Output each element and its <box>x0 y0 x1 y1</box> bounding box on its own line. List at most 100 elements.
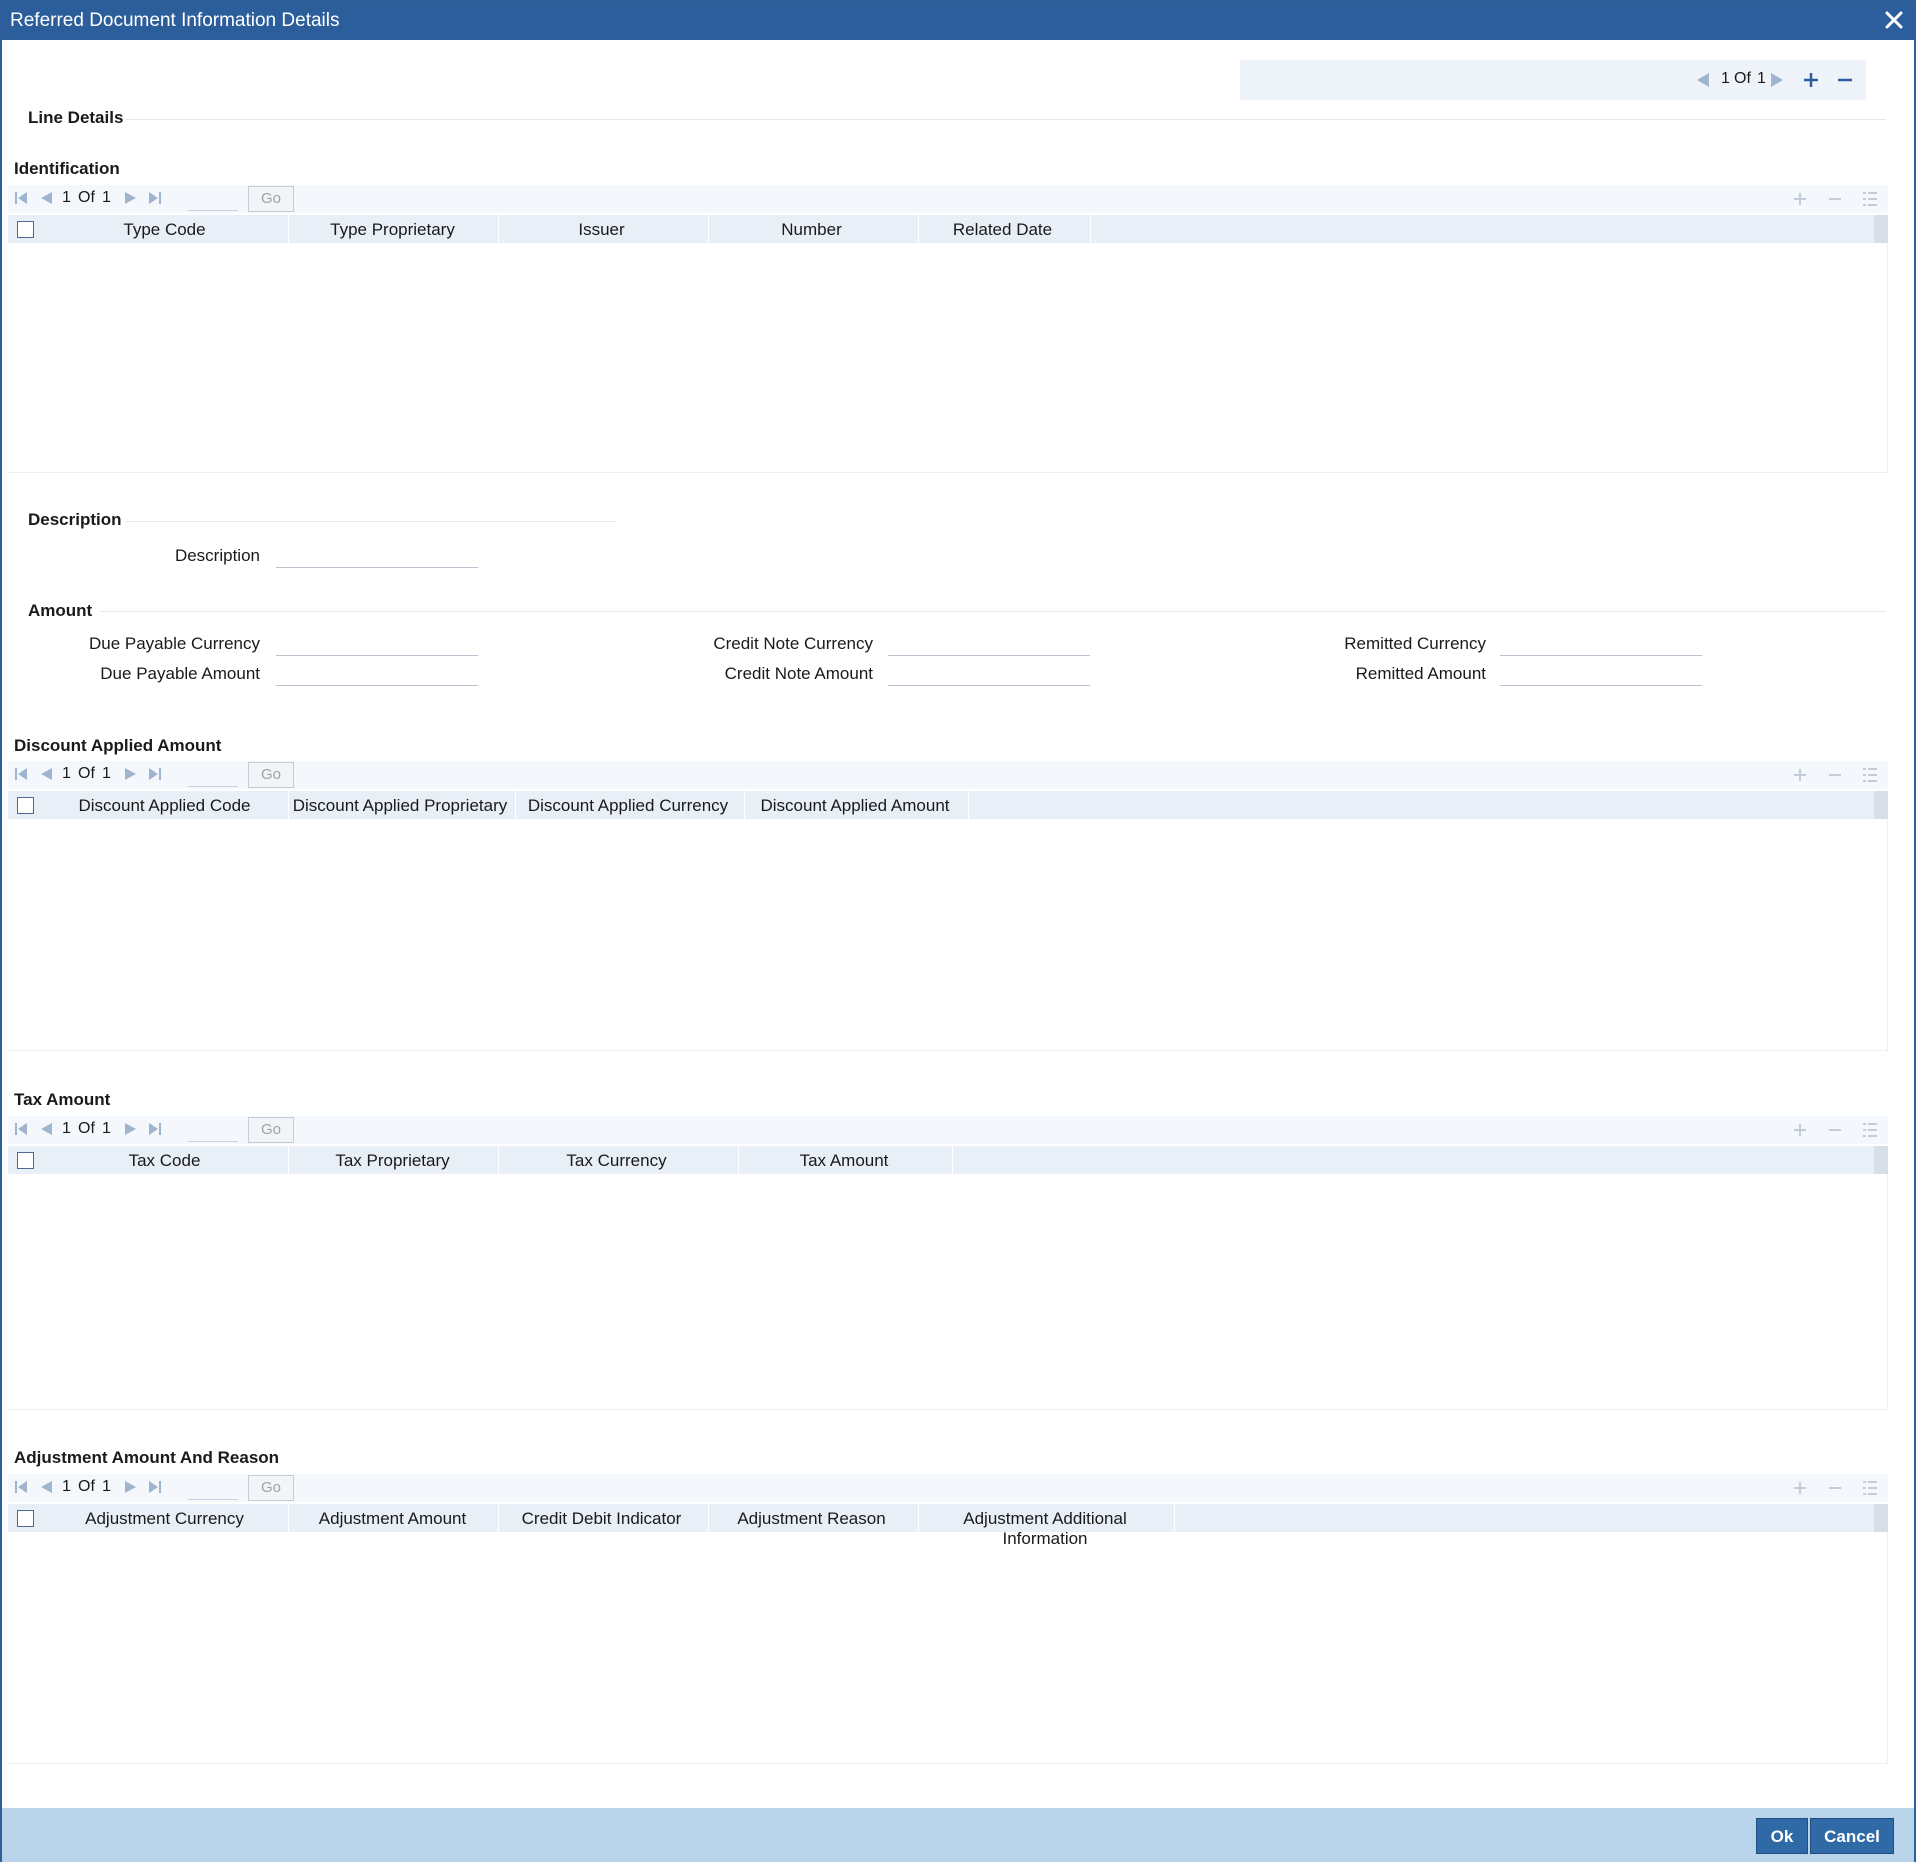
cancel-button[interactable]: Cancel <box>1810 1818 1894 1854</box>
window-title: Referred Document Information Details <box>10 10 340 31</box>
page-current: 1 <box>62 1120 71 1137</box>
ok-button[interactable]: Ok <box>1756 1818 1808 1854</box>
go-button[interactable]: Go <box>248 762 294 788</box>
description-label: Description <box>174 546 260 565</box>
go-button[interactable]: Go <box>248 1475 294 1501</box>
single-view-icon[interactable] <box>1862 1480 1878 1496</box>
select-all-checkbox[interactable] <box>17 1152 34 1169</box>
close-icon[interactable] <box>1882 8 1906 32</box>
delete-row-icon[interactable] <box>1827 1480 1843 1496</box>
previous-page-icon[interactable] <box>39 1122 53 1136</box>
description-field[interactable] <box>276 542 478 568</box>
first-page-icon[interactable] <box>14 767 28 781</box>
delete-row-icon[interactable] <box>1827 1122 1843 1138</box>
column-issuer[interactable]: Issuer <box>500 220 703 240</box>
add-row-icon[interactable] <box>1792 1122 1808 1138</box>
column-discount-applied-proprietary[interactable]: Discount Applied Proprietary <box>290 796 510 816</box>
column-discount-applied-code[interactable]: Discount Applied Code <box>48 796 281 816</box>
next-page-icon[interactable] <box>124 767 138 781</box>
last-page-icon[interactable] <box>148 767 162 781</box>
remitted-amount-label: Remitted Amount <box>1355 664 1486 683</box>
discount-header: Discount Applied Code Discount Applied P… <box>8 791 1888 819</box>
page-of-label: Of <box>78 1478 95 1495</box>
record-current: 1 <box>1721 70 1730 87</box>
due-payable-currency-field[interactable] <box>276 630 478 656</box>
record-total: 1 <box>1757 70 1766 87</box>
previous-page-icon[interactable] <box>39 1480 53 1494</box>
amount-title: Amount <box>28 601 93 620</box>
page-number-input[interactable] <box>188 763 238 787</box>
single-view-icon[interactable] <box>1862 767 1878 783</box>
page-total: 1 <box>102 1478 111 1495</box>
next-record-icon[interactable] <box>1770 72 1784 88</box>
page-total: 1 <box>102 1120 111 1137</box>
single-view-icon[interactable] <box>1862 191 1878 207</box>
page-current: 1 <box>62 189 71 206</box>
add-row-icon[interactable] <box>1792 1480 1808 1496</box>
first-page-icon[interactable] <box>14 1480 28 1494</box>
first-page-icon[interactable] <box>14 1122 28 1136</box>
due-payable-currency-label: Due Payable Currency <box>88 634 260 653</box>
column-adjustment-currency[interactable]: Adjustment Currency <box>48 1509 281 1529</box>
column-tax-amount[interactable]: Tax Amount <box>740 1151 948 1171</box>
header-scroll-cap <box>1874 215 1888 243</box>
adjustment-rows <box>8 1532 1888 1764</box>
add-record-icon[interactable] <box>1802 71 1820 89</box>
last-page-icon[interactable] <box>148 1480 162 1494</box>
column-related-date[interactable]: Related Date <box>920 220 1085 240</box>
add-row-icon[interactable] <box>1792 767 1808 783</box>
title-bar: Referred Document Information Details <box>2 2 1914 40</box>
identification-rows <box>8 243 1888 473</box>
amount-divider <box>100 611 1886 612</box>
column-tax-code[interactable]: Tax Code <box>48 1151 281 1171</box>
adjustment-title: Adjustment Amount And Reason <box>14 1448 280 1467</box>
next-page-icon[interactable] <box>124 191 138 205</box>
due-payable-amount-field[interactable] <box>276 660 478 686</box>
credit-note-amount-field[interactable] <box>888 660 1090 686</box>
delete-row-icon[interactable] <box>1827 767 1843 783</box>
select-all-checkbox[interactable] <box>17 221 34 238</box>
column-tax-proprietary[interactable]: Tax Proprietary <box>290 1151 495 1171</box>
single-view-icon[interactable] <box>1862 1122 1878 1138</box>
column-credit-debit-indicator[interactable]: Credit Debit Indicator <box>500 1509 703 1529</box>
page-number-input[interactable] <box>188 187 238 211</box>
first-page-icon[interactable] <box>14 191 28 205</box>
last-page-icon[interactable] <box>148 1122 162 1136</box>
column-type-code[interactable]: Type Code <box>48 220 281 240</box>
column-adjustment-amount[interactable]: Adjustment Amount <box>290 1509 495 1529</box>
column-discount-applied-currency[interactable]: Discount Applied Currency <box>517 796 739 816</box>
go-button[interactable]: Go <box>248 1117 294 1143</box>
previous-page-icon[interactable] <box>39 191 53 205</box>
remitted-currency-field[interactable] <box>1500 630 1702 656</box>
identification-toolbar: 1 Of 1 Go <box>8 185 1888 213</box>
credit-note-currency-field[interactable] <box>888 630 1090 656</box>
credit-note-amount-label: Credit Note Amount <box>724 664 873 683</box>
tax-rows <box>8 1174 1888 1410</box>
delete-row-icon[interactable] <box>1827 191 1843 207</box>
select-all-checkbox[interactable] <box>17 797 34 814</box>
previous-record-icon[interactable] <box>1696 72 1710 88</box>
identification-title: Identification <box>14 159 120 178</box>
go-button[interactable]: Go <box>248 186 294 212</box>
previous-page-icon[interactable] <box>39 767 53 781</box>
next-page-icon[interactable] <box>124 1480 138 1494</box>
last-page-icon[interactable] <box>148 191 162 205</box>
page-current: 1 <box>62 765 71 782</box>
select-all-checkbox[interactable] <box>17 1510 34 1527</box>
record-navigator: 1 Of 1 <box>1240 60 1866 100</box>
next-page-icon[interactable] <box>124 1122 138 1136</box>
page-of-label: Of <box>78 1120 95 1137</box>
remove-record-icon[interactable] <box>1836 71 1854 89</box>
identification-header: Type Code Type Proprietary Issuer Number… <box>8 215 1888 243</box>
column-tax-currency[interactable]: Tax Currency <box>500 1151 733 1171</box>
column-adjustment-reason[interactable]: Adjustment Reason <box>710 1509 913 1529</box>
line-details-title: Line Details <box>28 108 124 127</box>
remitted-amount-field[interactable] <box>1500 660 1702 686</box>
page-number-input[interactable] <box>188 1476 238 1500</box>
page-number-input[interactable] <box>188 1118 238 1142</box>
add-row-icon[interactable] <box>1792 191 1808 207</box>
column-number[interactable]: Number <box>710 220 913 240</box>
credit-note-currency-label: Credit Note Currency <box>713 634 873 653</box>
column-type-proprietary[interactable]: Type Proprietary <box>290 220 495 240</box>
column-discount-applied-amount[interactable]: Discount Applied Amount <box>746 796 964 816</box>
